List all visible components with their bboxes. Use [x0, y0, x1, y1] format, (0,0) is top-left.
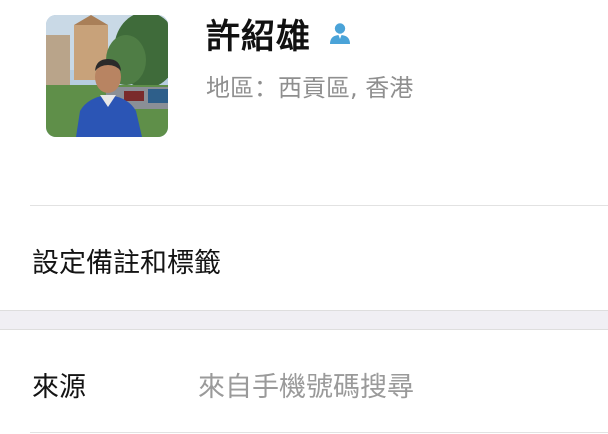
set-remark-and-tags-row[interactable]: 設定備註和標籤 [0, 206, 608, 310]
source-row: 來源 來自手機號碼搜尋 [0, 330, 608, 434]
source-label: 來源 [32, 372, 86, 403]
person-icon [327, 20, 353, 46]
name-row: 許紹雄 [206, 10, 353, 57]
source-value: 來自手機號碼搜尋 [198, 372, 414, 403]
region-info: 地區： 西貢區, 香港 [206, 68, 413, 103]
region-label: 地區： [206, 74, 278, 102]
avatar[interactable] [46, 15, 168, 137]
profile-name: 許紹雄 [206, 16, 311, 57]
set-remark-and-tags-label: 設定備註和標籤 [32, 248, 221, 279]
section-separator [0, 310, 608, 330]
profile-header: 許紹雄 地區： 西貢區, 香港 [0, 0, 608, 206]
region-value: 西貢區, 香港 [278, 74, 414, 102]
divider-bottom [30, 432, 608, 433]
avatar-photo [46, 15, 168, 137]
